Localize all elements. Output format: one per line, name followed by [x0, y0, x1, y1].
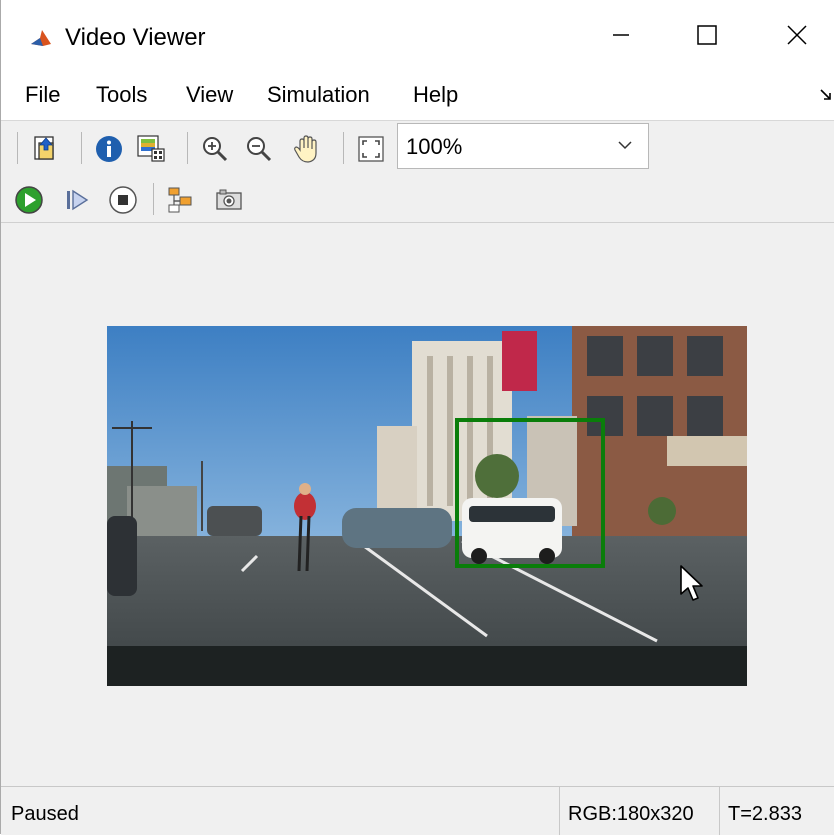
fit-to-window-button[interactable] — [355, 133, 387, 165]
step-forward-button[interactable] — [61, 184, 93, 216]
step-forward-icon — [67, 189, 89, 211]
detection-bounding-box — [455, 418, 605, 568]
zoom-out-button[interactable] — [243, 133, 275, 165]
play-icon — [15, 186, 43, 214]
chevron-down-icon — [618, 141, 632, 150]
stop-icon — [109, 186, 137, 214]
info-button[interactable] — [93, 133, 125, 165]
simulation-time-cell: T=2.833 — [719, 787, 834, 835]
toolbar-divider — [187, 132, 188, 164]
colormap-button[interactable] — [135, 133, 167, 165]
pan-hand-icon — [294, 135, 317, 163]
frame-dimensions: RGB:180x320 — [568, 803, 694, 825]
maximize-button[interactable] — [677, 12, 737, 58]
toolbar-divider — [81, 132, 82, 164]
highlight-simulink-icon — [168, 187, 192, 213]
colormap-icon — [137, 135, 165, 162]
playback-status: Paused — [11, 803, 79, 825]
minimize-icon — [613, 34, 629, 36]
zoom-in-button[interactable] — [199, 133, 231, 165]
zoom-level-select[interactable]: 100% — [397, 123, 649, 169]
frame-dimensions-cell: RGB:180x320 — [559, 787, 719, 835]
stop-button[interactable] — [107, 184, 139, 216]
maximize-icon — [697, 25, 717, 45]
menu-tools[interactable]: Tools — [96, 82, 147, 108]
title-bar: Video Viewer — [1, 0, 834, 68]
menu-view[interactable]: View — [186, 82, 233, 108]
play-button[interactable] — [13, 184, 45, 216]
menu-help[interactable]: Help — [413, 82, 458, 108]
video-frame — [107, 326, 747, 686]
menu-file[interactable]: File — [25, 82, 60, 108]
pan-button[interactable] — [291, 133, 323, 165]
close-button[interactable] — [767, 12, 827, 58]
zoom-in-icon — [203, 137, 228, 162]
close-icon — [787, 25, 807, 45]
matlab-logo-icon — [29, 26, 53, 50]
bring-to-front-icon — [34, 136, 54, 160]
video-viewer-window: Video Viewer File Tools View Simulation … — [0, 0, 834, 835]
dock-arrow-icon[interactable] — [819, 88, 833, 102]
window-title: Video Viewer — [65, 24, 206, 51]
snapshot-button[interactable] — [213, 184, 245, 216]
status-bar: Paused RGB:180x320 T=2.833 — [1, 786, 834, 835]
toolbar-divider — [17, 132, 18, 164]
toolbar-divider — [343, 132, 344, 164]
menu-simulation[interactable]: Simulation — [267, 82, 370, 108]
zoom-out-icon — [247, 137, 272, 162]
simulation-time: T=2.833 — [728, 803, 802, 825]
zoom-level-value: 100% — [406, 134, 463, 159]
minimize-button[interactable] — [591, 12, 651, 58]
info-icon — [96, 136, 122, 162]
playback-toolbar — [1, 176, 834, 223]
highlight-simulink-button[interactable] — [165, 184, 197, 216]
fit-to-window-icon — [358, 136, 384, 162]
toolbar-divider — [153, 183, 154, 215]
bring-to-front-button[interactable] — [29, 133, 61, 165]
snapshot-camera-icon — [216, 189, 242, 210]
mouse-pointer-icon — [680, 565, 703, 601]
menu-bar: File Tools View Simulation Help — [1, 68, 834, 120]
